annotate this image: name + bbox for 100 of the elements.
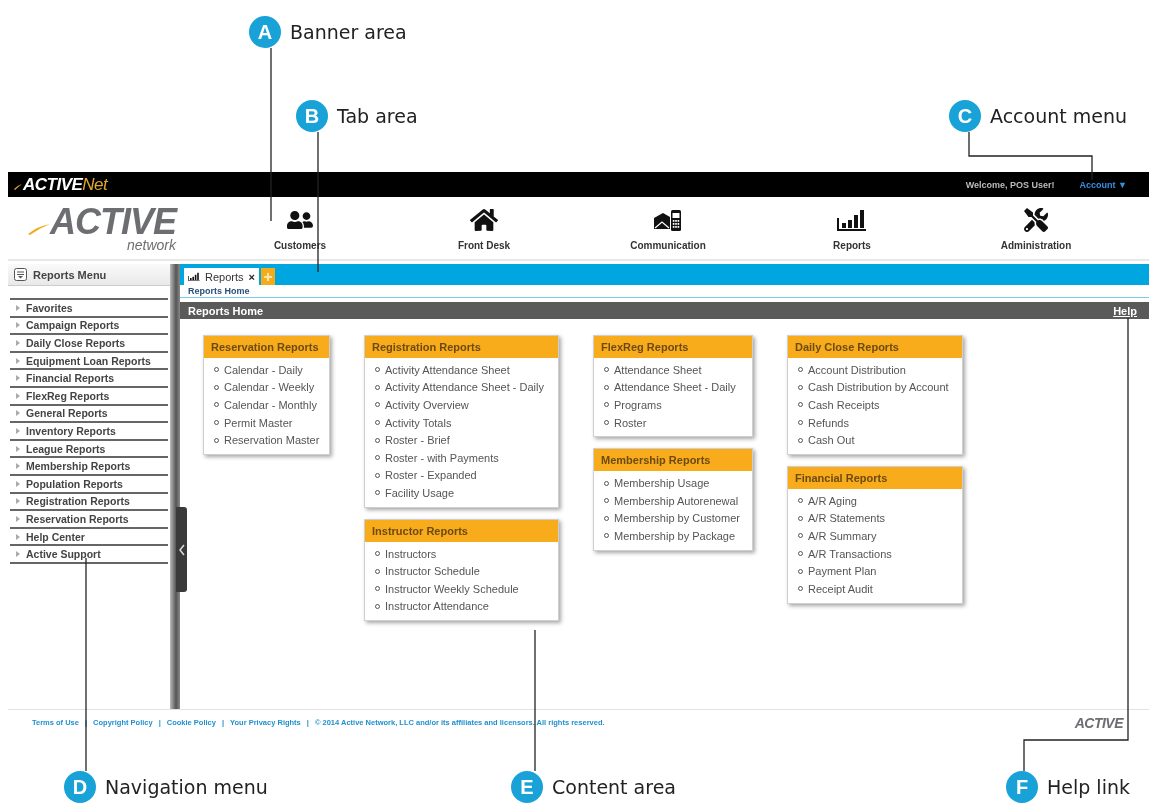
report-link[interactable]: Membership Autorenewal — [604, 491, 746, 510]
report-link[interactable]: Payment Plan — [798, 562, 956, 580]
sidebar-item[interactable]: Campaign Reports — [10, 317, 168, 336]
report-link[interactable]: Instructor Attendance — [375, 597, 552, 616]
chevron-left-icon — [178, 543, 185, 556]
house-icon — [470, 206, 498, 234]
caret-icon — [16, 427, 20, 434]
sidebar-item[interactable]: Inventory Reports — [10, 423, 168, 441]
callout-marker: B — [296, 100, 328, 132]
card-title: Reservation Reports — [204, 336, 329, 358]
callout-marker: A — [249, 16, 281, 48]
card-title: Financial Reports — [788, 466, 962, 489]
report-link[interactable]: Cash Out — [798, 431, 956, 449]
report-link[interactable]: Activity Overview — [375, 396, 552, 414]
caret-icon — [16, 322, 20, 329]
report-link[interactable]: A/R Transactions — [798, 544, 956, 563]
report-link[interactable]: Cash Receipts — [798, 396, 956, 414]
report-link[interactable]: Calendar - Weekly — [214, 378, 323, 397]
caret-icon — [16, 340, 20, 346]
callout-label: Help link — [1047, 776, 1130, 798]
report-link[interactable]: Activity Totals — [375, 413, 552, 432]
report-link[interactable]: Permit Master — [214, 413, 323, 432]
nav-item[interactable]: Administration — [944, 197, 1128, 259]
report-link[interactable]: A/R Summary — [798, 527, 956, 545]
tab[interactable]: Reports × — [184, 268, 259, 285]
sidebar-item[interactable]: League Reports — [10, 440, 168, 459]
report-link[interactable]: Account Distribution — [798, 361, 956, 379]
bar-chart-icon — [188, 271, 200, 282]
report-link[interactable]: Roster - Brief — [375, 431, 552, 449]
card-title: Membership Reports — [594, 449, 752, 472]
caret-icon — [16, 392, 20, 399]
account-menu[interactable]: Account ▼ — [1079, 179, 1127, 190]
report-link[interactable]: Membership Usage — [604, 474, 746, 492]
callout-label: Banner area — [290, 21, 407, 43]
report-link[interactable]: Cash Distribution by Account — [798, 378, 956, 397]
sidebar-item[interactable]: Help Center — [10, 528, 168, 547]
report-link[interactable]: Calendar - Monthly — [214, 396, 323, 414]
caret-icon — [16, 515, 20, 522]
sidebar-item[interactable]: Active Support — [10, 546, 168, 564]
report-link[interactable]: A/R Statements — [798, 509, 956, 528]
tools-icon — [1024, 208, 1048, 232]
report-link[interactable]: Attendance Sheet — [604, 361, 746, 379]
report-link[interactable]: Receipt Audit — [798, 579, 956, 598]
sidebar-item[interactable]: Favorites — [10, 300, 168, 318]
card-title: FlexReg Reports — [594, 336, 752, 358]
card-title: Instructor Reports — [365, 519, 558, 542]
sidebar-item[interactable]: Daily Close Reports — [10, 335, 168, 353]
report-link[interactable]: Membership by Package — [604, 527, 746, 545]
report-link[interactable]: A/R Aging — [798, 491, 956, 510]
welcome-text: Welcome, POS User! — [965, 179, 1055, 190]
sidebar-item[interactable]: Population Reports — [10, 475, 168, 494]
callout-marker: E — [511, 771, 543, 803]
report-link[interactable]: Calendar - Daily — [214, 361, 323, 379]
report-link[interactable]: Reservation Master — [214, 431, 323, 449]
callout-marker: C — [949, 100, 981, 132]
report-link[interactable]: Refunds — [798, 413, 956, 432]
report-link[interactable]: Roster - Expanded — [375, 466, 552, 485]
product-logo: ACTIVENet — [14, 174, 108, 195]
sidebar-item[interactable]: Registration Reports — [10, 493, 168, 512]
menu-icon — [14, 268, 27, 281]
report-link[interactable]: Facility Usage — [375, 484, 552, 502]
caret-icon — [16, 375, 20, 382]
nav-item[interactable]: Front Desk — [392, 197, 576, 259]
callout-marker: F — [1006, 771, 1038, 803]
sidebar-item[interactable]: Financial Reports — [10, 370, 168, 388]
nav-item[interactable]: Communication — [576, 197, 760, 259]
callout-label: Account menu — [990, 105, 1128, 127]
sidebar-item[interactable]: FlexReg Reports — [10, 387, 168, 406]
caret-icon — [16, 498, 20, 505]
close-icon[interactable]: × — [248, 270, 255, 283]
section-title: Reports Home — [188, 304, 264, 317]
sidebar-item[interactable]: General Reports — [10, 405, 168, 424]
report-link[interactable]: Roster - with Payments — [375, 448, 552, 467]
callout-label: Navigation menu — [105, 776, 268, 798]
caret-icon — [16, 480, 20, 487]
add-tab-button[interactable] — [260, 268, 275, 285]
caret-icon — [16, 304, 20, 311]
sidebar-item[interactable]: Reservation Reports — [10, 511, 168, 529]
report-link[interactable]: Attendance Sheet - Daily — [604, 378, 746, 397]
report-link[interactable]: Roster — [604, 413, 746, 432]
collapse-handle[interactable] — [176, 507, 187, 592]
report-link[interactable]: Instructor Weekly Schedule — [375, 579, 552, 598]
sidebar-item[interactable]: Membership Reports — [10, 458, 168, 476]
report-link[interactable]: Instructors — [375, 544, 552, 563]
help-link[interactable]: Help — [1113, 304, 1137, 317]
callout-marker: D — [64, 771, 96, 803]
card-title: Registration Reports — [365, 336, 558, 358]
report-link[interactable]: Activity Attendance Sheet — [375, 361, 552, 379]
sidebar-item[interactable]: Equipment Loan Reports — [10, 352, 168, 371]
caret-icon — [16, 533, 20, 540]
report-link[interactable]: Instructor Schedule — [375, 562, 552, 580]
bar-chart-icon — [837, 208, 867, 232]
company-logo: ACTIVE network — [50, 204, 176, 252]
envelope-phone-icon — [653, 208, 683, 232]
report-link[interactable]: Activity Attendance Sheet - Daily — [375, 378, 552, 397]
sidebar-header[interactable]: Reports Menu — [8, 264, 170, 286]
plus-icon — [263, 272, 272, 281]
nav-item[interactable]: Reports — [760, 197, 944, 259]
report-link[interactable]: Programs — [604, 396, 746, 414]
report-link[interactable]: Membership by Customer — [604, 509, 746, 528]
